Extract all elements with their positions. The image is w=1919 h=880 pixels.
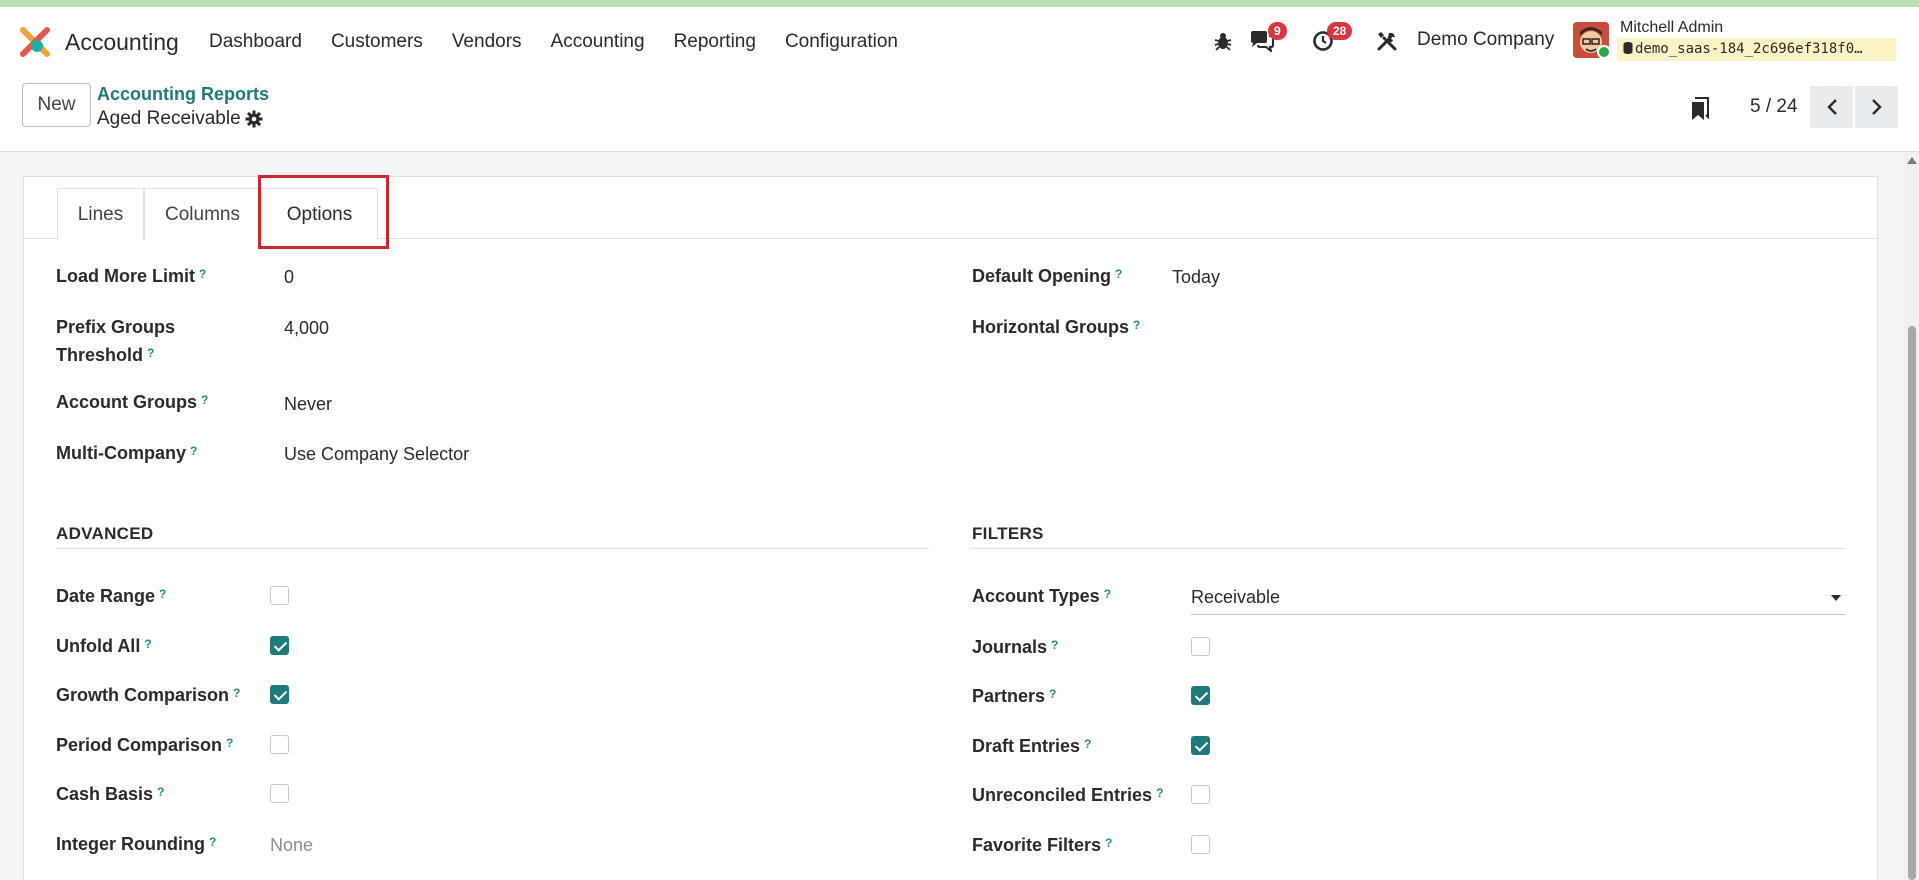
browser-top-strip bbox=[0, 0, 1919, 7]
journals-checkbox[interactable] bbox=[1191, 637, 1210, 656]
activity-badge: 28 bbox=[1327, 22, 1353, 40]
pager-previous-button[interactable] bbox=[1810, 86, 1853, 128]
menu-reporting[interactable]: Reporting bbox=[674, 31, 756, 53]
menu-dashboard[interactable]: Dashboard bbox=[209, 31, 302, 53]
integer-rounding-select[interactable]: None bbox=[270, 831, 313, 859]
help-tooltip-icon[interactable]: ? bbox=[209, 835, 216, 849]
chevron-right-icon bbox=[1871, 99, 1882, 115]
help-tooltip-icon[interactable]: ? bbox=[1049, 687, 1056, 701]
horizontal-groups-value[interactable] bbox=[1172, 314, 1772, 342]
period-comparison-checkbox[interactable] bbox=[270, 735, 289, 754]
load-more-limit-value[interactable]: 0 bbox=[284, 263, 294, 291]
user-name[interactable]: Mitchell Admin bbox=[1620, 19, 1723, 37]
favorite-filters-label: Favorite Filters? bbox=[972, 835, 1113, 855]
menu-vendors[interactable]: Vendors bbox=[452, 31, 522, 53]
tab-columns[interactable]: Columns bbox=[144, 188, 261, 240]
draft-entries-checkbox[interactable] bbox=[1191, 736, 1210, 755]
default-opening-value[interactable]: Today bbox=[1172, 263, 1220, 291]
chevron-left-icon bbox=[1826, 99, 1837, 115]
app-name[interactable]: Accounting bbox=[65, 29, 179, 56]
unfold-all-label: Unfold All? bbox=[56, 636, 152, 656]
online-status-dot bbox=[1597, 45, 1611, 59]
control-panel: New Accounting Reports Aged Receivable 5… bbox=[0, 74, 1919, 152]
help-tooltip-icon[interactable]: ? bbox=[1105, 836, 1112, 850]
account-types-select[interactable]: Receivable bbox=[1191, 583, 1845, 615]
integer-rounding-label: Integer Rounding? bbox=[56, 834, 217, 854]
prefix-groups-threshold-label: Prefix Groups Threshold? bbox=[56, 317, 176, 365]
cash-basis-label: Cash Basis? bbox=[56, 784, 165, 804]
partners-label: Partners? bbox=[972, 686, 1057, 706]
help-tooltip-icon[interactable]: ? bbox=[226, 736, 233, 750]
draft-entries-label: Draft Entries? bbox=[972, 736, 1092, 756]
help-tooltip-icon[interactable]: ? bbox=[1104, 587, 1111, 601]
help-tooltip-icon[interactable]: ? bbox=[1156, 786, 1163, 800]
help-tooltip-icon[interactable]: ? bbox=[233, 686, 240, 700]
filters-separator bbox=[972, 548, 1845, 549]
tools-icon[interactable] bbox=[1376, 30, 1398, 52]
default-opening-label: Default Opening? bbox=[972, 266, 1123, 286]
help-tooltip-icon[interactable]: ? bbox=[157, 785, 164, 799]
gear-icon[interactable] bbox=[245, 110, 263, 128]
multi-company-value[interactable]: Use Company Selector bbox=[284, 440, 469, 468]
caret-down-icon bbox=[1831, 595, 1841, 601]
new-button[interactable]: New bbox=[22, 83, 91, 127]
growth-comparison-checkbox[interactable] bbox=[270, 685, 289, 704]
form-sheet: Lines Columns Options bbox=[23, 176, 1879, 880]
pager-value[interactable]: 5 / 24 bbox=[1750, 96, 1798, 118]
company-switcher[interactable]: Demo Company bbox=[1417, 29, 1554, 51]
account-groups-label: Account Groups? bbox=[56, 392, 209, 412]
horizontal-groups-label: Horizontal Groups? bbox=[972, 317, 1141, 337]
help-tooltip-icon[interactable]: ? bbox=[1115, 267, 1122, 281]
help-tooltip-icon[interactable]: ? bbox=[1051, 638, 1058, 652]
multi-company-label: Multi-Company? bbox=[56, 443, 198, 463]
bookmark-icon[interactable] bbox=[1690, 97, 1710, 121]
advanced-section-title: ADVANCED bbox=[56, 524, 154, 543]
cash-basis-checkbox[interactable] bbox=[270, 784, 289, 803]
accounting-app-icon[interactable] bbox=[20, 27, 50, 57]
date-range-checkbox[interactable] bbox=[270, 586, 289, 605]
tab-options-highlight-box bbox=[258, 175, 389, 249]
help-tooltip-icon[interactable]: ? bbox=[147, 346, 154, 360]
help-tooltip-icon[interactable]: ? bbox=[201, 393, 208, 407]
unreconciled-entries-checkbox[interactable] bbox=[1191, 785, 1210, 804]
help-tooltip-icon[interactable]: ? bbox=[190, 444, 197, 458]
database-icon bbox=[1623, 42, 1633, 54]
unfold-all-checkbox[interactable] bbox=[270, 636, 289, 655]
debug-bug-icon[interactable] bbox=[1213, 31, 1233, 51]
database-name-text: demo_saas-184_2c696ef318f0… bbox=[1635, 41, 1863, 57]
top-menu: Dashboard Customers Vendors Accounting R… bbox=[209, 31, 927, 53]
prefix-groups-threshold-value[interactable]: 4,000 bbox=[284, 314, 329, 342]
tab-lines[interactable]: Lines bbox=[57, 188, 144, 240]
unreconciled-entries-label: Unreconciled Entries? bbox=[972, 785, 1164, 805]
record-title: Aged Receivable bbox=[97, 108, 241, 129]
help-tooltip-icon[interactable]: ? bbox=[144, 637, 151, 651]
menu-accounting[interactable]: Accounting bbox=[551, 31, 645, 53]
breadcrumb-accounting-reports[interactable]: Accounting Reports bbox=[97, 84, 269, 105]
filters-section-title: FILTERS bbox=[972, 524, 1044, 543]
partners-checkbox[interactable] bbox=[1191, 686, 1210, 705]
help-tooltip-icon[interactable]: ? bbox=[199, 267, 206, 281]
date-range-label: Date Range? bbox=[56, 586, 167, 606]
help-tooltip-icon[interactable]: ? bbox=[1133, 318, 1140, 332]
period-comparison-label: Period Comparison? bbox=[56, 735, 234, 755]
advanced-separator bbox=[56, 548, 929, 549]
menu-customers[interactable]: Customers bbox=[331, 31, 423, 53]
scroll-up-arrow-icon[interactable] bbox=[1907, 157, 1917, 164]
scrollbar-thumb[interactable] bbox=[1908, 326, 1916, 880]
journals-label: Journals? bbox=[972, 637, 1059, 657]
menu-configuration[interactable]: Configuration bbox=[785, 31, 898, 53]
growth-comparison-label: Growth Comparison? bbox=[56, 685, 241, 705]
load-more-limit-label: Load More Limit? bbox=[56, 266, 207, 286]
help-tooltip-icon[interactable]: ? bbox=[1084, 737, 1091, 751]
help-tooltip-icon[interactable]: ? bbox=[159, 587, 166, 601]
pager-next-button[interactable] bbox=[1855, 86, 1898, 128]
main-navbar: Accounting Dashboard Customers Vendors A… bbox=[0, 7, 1919, 74]
database-name: demo_saas-184_2c696ef318f0… bbox=[1617, 38, 1896, 61]
account-types-label: Account Types? bbox=[972, 586, 1112, 606]
messages-badge: 9 bbox=[1268, 22, 1287, 40]
account-groups-value[interactable]: Never bbox=[284, 390, 332, 418]
account-types-value: Receivable bbox=[1191, 587, 1281, 607]
favorite-filters-checkbox[interactable] bbox=[1191, 835, 1210, 854]
page-scrollbar[interactable] bbox=[1904, 152, 1919, 880]
